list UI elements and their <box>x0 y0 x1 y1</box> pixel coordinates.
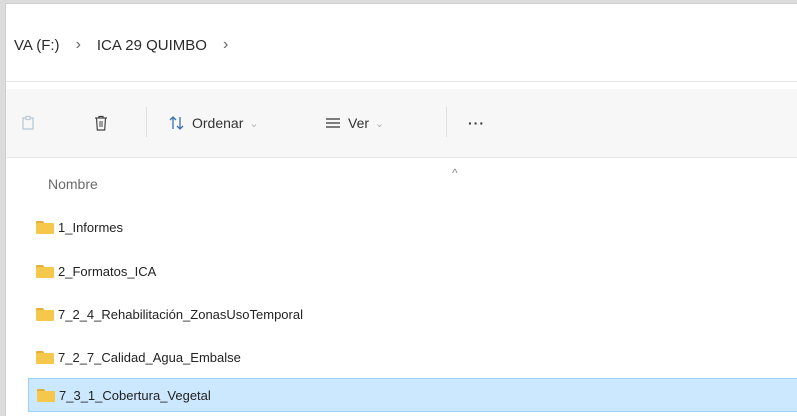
list-item-name: 7_3_1_Cobertura_Vegetal <box>59 387 211 403</box>
delete-icon <box>95 115 107 131</box>
breadcrumb-folder[interactable]: ICA 29 QUIMBO <box>95 37 209 54</box>
list-item[interactable]: 1_Informes <box>28 210 797 244</box>
sort-label: Ordenar <box>192 115 244 131</box>
toolbar-divider <box>446 107 447 137</box>
folder-icon <box>36 220 54 234</box>
column-header-name[interactable]: Nombre <box>48 176 98 192</box>
view-button[interactable]: Ver ⌄ <box>324 111 384 135</box>
list-item[interactable]: 7_2_7_Calidad_Agua_Embalse <box>28 340 797 374</box>
list-item-name: 1_Informes <box>58 219 124 235</box>
chevron-down-icon: ⌄ <box>375 117 385 130</box>
breadcrumb-drive[interactable]: VA (F:) <box>12 37 62 54</box>
list-item-selected[interactable]: 7_3_1_Cobertura_Vegetal <box>28 378 797 412</box>
list-item-name: 2_Formatos_ICA <box>58 263 157 279</box>
chevron-right-icon[interactable]: › <box>76 36 81 54</box>
folder-icon <box>36 307 54 321</box>
list-item[interactable]: 2_Formatos_ICA <box>28 254 797 288</box>
folder-icon <box>36 350 54 364</box>
chevron-down-icon: ⌄ <box>249 117 259 130</box>
sort-button[interactable]: Ordenar ⌄ <box>168 111 259 135</box>
paste-button[interactable] <box>20 111 36 135</box>
view-icon <box>326 118 340 128</box>
list-item[interactable]: 7_2_4_Rehabilitación_ZonasUsoTemporal <box>28 297 797 331</box>
list-item-name: 7_2_7_Calidad_Agua_Embalse <box>58 349 241 365</box>
folder-icon <box>36 264 54 278</box>
toolbar-divider <box>146 107 147 137</box>
column-header-row: Nombre ^ <box>6 164 797 204</box>
file-explorer-window: VA (F:) › ICA 29 QUIMBO › Ordenar ⌄ Ver … <box>5 3 797 416</box>
address-bar[interactable]: VA (F:) › ICA 29 QUIMBO › <box>6 4 797 82</box>
breadcrumb: VA (F:) › ICA 29 QUIMBO › <box>12 34 242 56</box>
delete-button[interactable] <box>92 111 110 135</box>
list-item-name: 7_2_4_Rehabilitación_ZonasUsoTemporal <box>58 306 303 322</box>
chevron-right-icon[interactable]: › <box>223 36 228 54</box>
view-label: Ver <box>348 115 370 131</box>
more-icon: ··· <box>468 115 485 131</box>
command-bar: Ordenar ⌄ Ver ⌄ ··· <box>6 89 797 158</box>
paste-icon <box>22 115 34 130</box>
sort-icon <box>169 116 184 130</box>
folder-icon <box>37 388 55 402</box>
sort-indicator-icon: ^ <box>452 166 458 180</box>
more-options-button[interactable]: ··· <box>468 111 485 135</box>
